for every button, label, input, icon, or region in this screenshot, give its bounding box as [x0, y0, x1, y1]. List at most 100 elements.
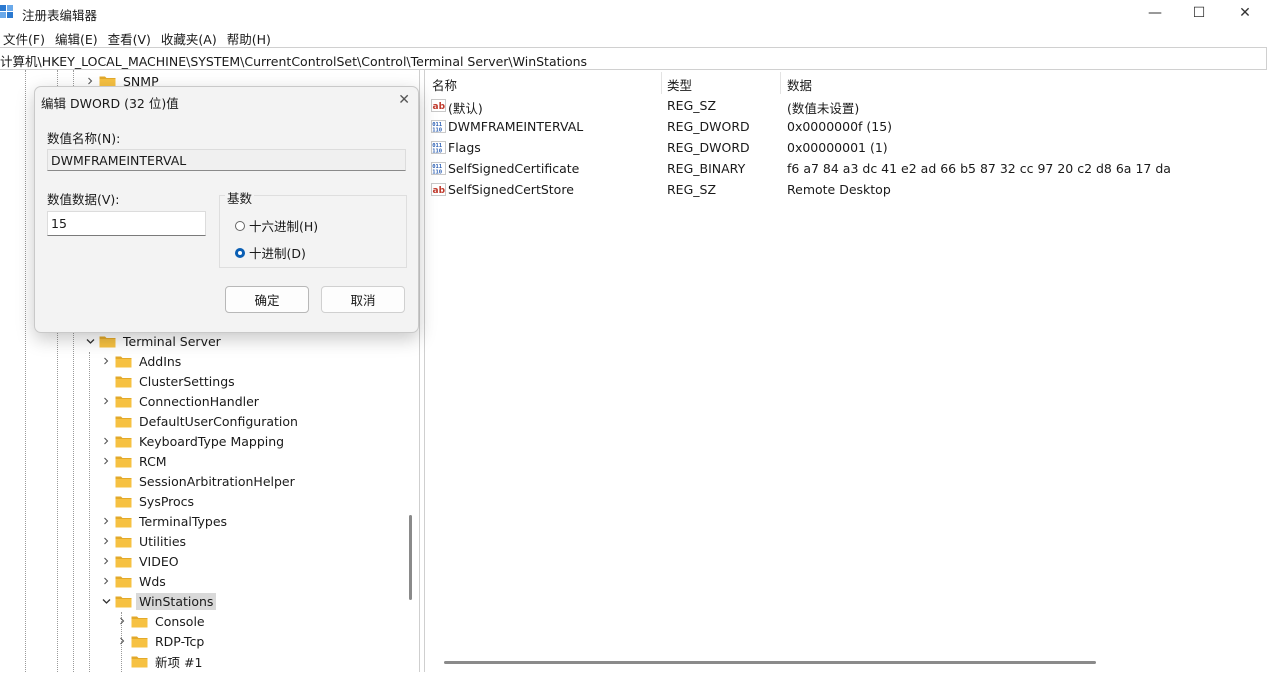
- decimal-radio-option[interactable]: 十进制(D): [235, 243, 306, 262]
- chevron-right-icon[interactable]: [100, 455, 112, 467]
- value-row[interactable]: ab (默认) REG_SZ (数值未设置): [425, 95, 1269, 116]
- tree-item-label[interactable]: ClusterSettings: [136, 373, 238, 390]
- minimize-button[interactable]: —: [1132, 0, 1178, 26]
- tree-item-label[interactable]: ConnectionHandler: [136, 393, 262, 410]
- list-horizontal-scrollbar[interactable]: [444, 661, 1096, 664]
- tree-item-label[interactable]: RCM: [136, 453, 170, 470]
- hex-radio-label[interactable]: 十六进制(H): [249, 216, 318, 235]
- tree-item[interactable]: VIDEO: [100, 551, 182, 571]
- column-separator[interactable]: [661, 72, 662, 94]
- string-value-icon: ab: [431, 183, 446, 196]
- chevron-right-icon[interactable]: [100, 435, 112, 447]
- value-name: Flags: [448, 140, 481, 155]
- dialog-title: 编辑 DWORD (32 位)值: [41, 96, 179, 111]
- tree-scrollbar[interactable]: [409, 515, 412, 600]
- tree-item-label[interactable]: KeyboardType Mapping: [136, 433, 287, 450]
- tree-item-label[interactable]: SysProcs: [136, 493, 197, 510]
- value-data-input[interactable]: 15: [47, 211, 206, 236]
- menu-view[interactable]: 查看(V): [105, 26, 158, 47]
- svg-text:ab: ab: [433, 102, 446, 112]
- chevron-down-icon[interactable]: [84, 335, 96, 347]
- tree-item[interactable]: AddIns: [100, 351, 184, 371]
- address-path[interactable]: 计算机\HKEY_LOCAL_MACHINE\SYSTEM\CurrentCon…: [0, 51, 587, 70]
- tree-item[interactable]: KeyboardType Mapping: [100, 431, 287, 451]
- menu-edit[interactable]: 编辑(E): [52, 26, 105, 47]
- value-row[interactable]: 011 110 DWMFRAMEINTERVAL REG_DWORD 0x0000000…: [425, 116, 1269, 137]
- menu-favorites[interactable]: 收藏夹(A): [158, 26, 224, 47]
- value-type: REG_SZ: [667, 182, 717, 197]
- tree-item-label[interactable]: VIDEO: [136, 553, 182, 570]
- tree-item-label[interactable]: DefaultUserConfiguration: [136, 413, 301, 430]
- value-row[interactable]: 011 110 SelfSignedCertificate REG_BINARY f6 …: [425, 158, 1269, 179]
- tree-item[interactable]: ConnectionHandler: [100, 391, 262, 411]
- tree-item[interactable]: Console: [116, 611, 208, 631]
- tree-item-label[interactable]: TerminalTypes: [136, 513, 230, 530]
- tree-item[interactable]: ClusterSettings: [100, 371, 238, 391]
- tree-item[interactable]: Terminal Server: [84, 331, 224, 351]
- value-data: 0x00000001 (1): [787, 140, 888, 155]
- tree-guide-line: [25, 70, 27, 672]
- tree-item[interactable]: RCM: [100, 451, 170, 471]
- folder-icon: [115, 415, 132, 428]
- chevron-right-icon[interactable]: [100, 575, 112, 587]
- tree-item[interactable]: 新项 #1: [116, 651, 205, 671]
- decimal-radio-label[interactable]: 十进制(D): [249, 243, 306, 262]
- chevron-right-icon[interactable]: [116, 615, 128, 627]
- string-value-icon: ab: [431, 99, 446, 112]
- decimal-radio-button[interactable]: [235, 247, 245, 258]
- column-header-type[interactable]: 类型: [667, 75, 692, 94]
- value-type: REG_SZ: [667, 98, 717, 113]
- ok-button[interactable]: 确定: [225, 286, 309, 313]
- tree-item-label[interactable]: Console: [152, 613, 208, 630]
- tree-item-label[interactable]: Utilities: [136, 533, 189, 550]
- cancel-button[interactable]: 取消: [321, 286, 405, 313]
- menu-file[interactable]: 文件(F): [0, 26, 52, 47]
- tree-item-label[interactable]: SessionArbitrationHelper: [136, 473, 298, 490]
- value-type: REG_DWORD: [667, 140, 750, 155]
- tree-item-label[interactable]: 新项 #1: [152, 651, 205, 672]
- folder-icon: [131, 615, 148, 628]
- tree-item-label[interactable]: WinStations: [136, 592, 217, 610]
- column-header-name[interactable]: 名称: [432, 75, 457, 94]
- chevron-right-icon[interactable]: [100, 355, 112, 367]
- tree-item-label[interactable]: Terminal Server: [120, 333, 224, 350]
- tree-item[interactable]: Wds: [100, 571, 169, 591]
- close-button[interactable]: ✕: [1222, 0, 1268, 26]
- value-data: 0x0000000f (15): [787, 119, 893, 134]
- binary-value-icon: 011 110: [431, 141, 446, 155]
- tree-item-label[interactable]: RDP-Tcp: [152, 633, 207, 650]
- tree-item[interactable]: WinStations: [100, 591, 217, 611]
- dialog-close-icon[interactable]: ✕: [398, 92, 410, 108]
- tree-item[interactable]: SessionArbitrationHelper: [100, 471, 298, 491]
- folder-icon: [115, 515, 132, 528]
- tree-item-label[interactable]: Wds: [136, 573, 169, 590]
- chevron-right-icon[interactable]: [100, 555, 112, 567]
- address-bar[interactable]: 计算机\HKEY_LOCAL_MACHINE\SYSTEM\CurrentCon…: [0, 47, 1267, 70]
- column-separator[interactable]: [780, 72, 781, 94]
- maximize-button[interactable]: ☐: [1176, 0, 1222, 26]
- chevron-right-icon[interactable]: [100, 515, 112, 527]
- value-name: DWMFRAMEINTERVAL: [448, 119, 584, 134]
- chevron-right-icon[interactable]: [100, 535, 112, 547]
- value-data: Remote Desktop: [787, 182, 891, 197]
- tree-item[interactable]: SysProcs: [100, 491, 197, 511]
- value-name: SelfSignedCertificate: [448, 161, 580, 176]
- values-list-pane[interactable]: 名称 类型 数据 ab (默认) REG_SZ (数值未设置) 011 110 DWMFRA…: [424, 70, 1269, 672]
- tree-item[interactable]: RDP-Tcp: [116, 631, 207, 651]
- chevron-right-icon[interactable]: [116, 635, 128, 647]
- chevron-right-icon[interactable]: [100, 395, 112, 407]
- base-group-label: 基数: [225, 188, 255, 207]
- chevron-down-icon[interactable]: [100, 595, 112, 607]
- menu-help[interactable]: 帮助(H): [224, 26, 278, 47]
- value-row[interactable]: ab SelfSignedCertStore REG_SZ Remote Deskto…: [425, 179, 1269, 200]
- tree-item-label[interactable]: AddIns: [136, 353, 184, 370]
- tree-item[interactable]: DefaultUserConfiguration: [100, 411, 301, 431]
- value-type: REG_BINARY: [667, 161, 746, 176]
- hex-radio-option[interactable]: 十六进制(H): [235, 216, 318, 235]
- tree-item[interactable]: TerminalTypes: [100, 511, 230, 531]
- column-header-data[interactable]: 数据: [787, 75, 812, 94]
- value-row[interactable]: 011 110 Flags REG_DWORD 0x00000001 (1): [425, 137, 1269, 158]
- tree-item[interactable]: Utilities: [100, 531, 189, 551]
- value-data: f6 a7 84 a3 dc 41 e2 ad 66 b5 87 32 cc 9…: [787, 161, 1171, 176]
- hex-radio-button[interactable]: [235, 220, 245, 231]
